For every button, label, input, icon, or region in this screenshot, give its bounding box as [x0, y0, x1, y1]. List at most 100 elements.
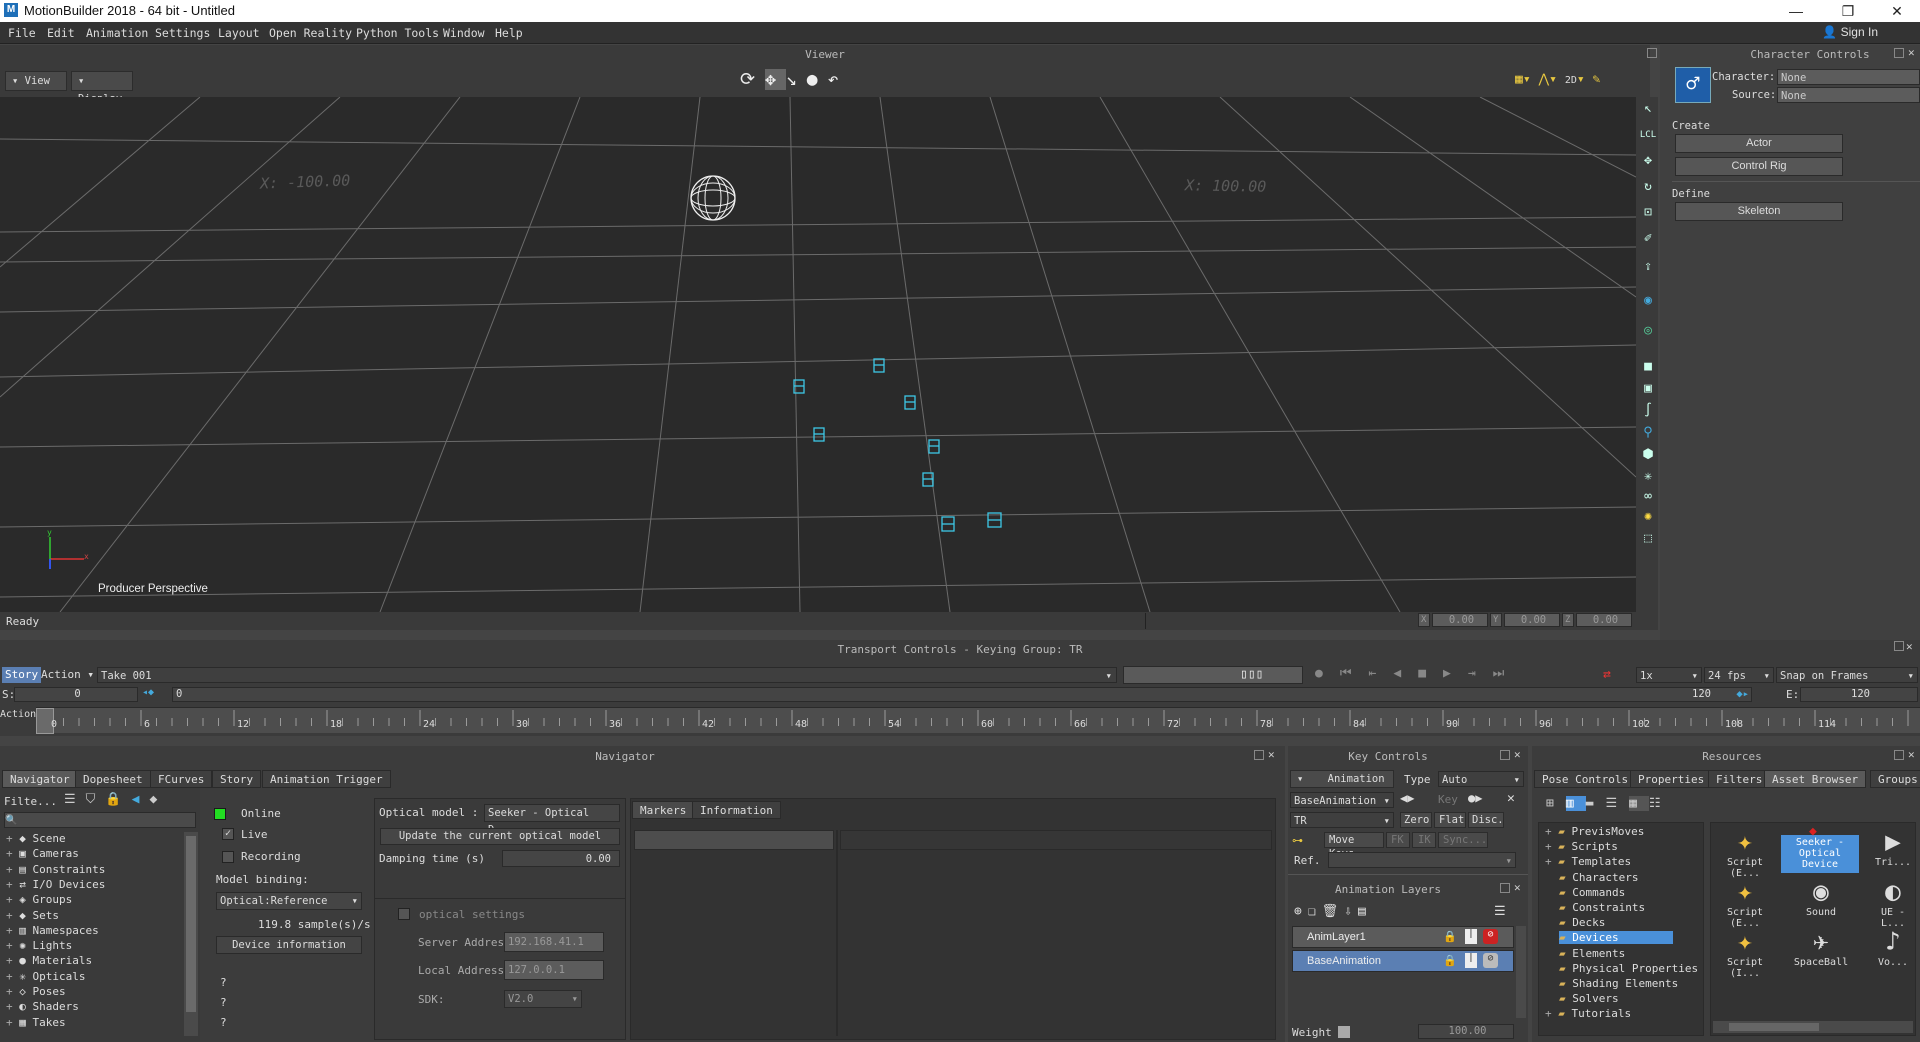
play-back-icon[interactable]: ◀	[1393, 666, 1418, 681]
navigator-search-input[interactable]: 🔍	[4, 812, 196, 828]
world-icon[interactable]: ◎	[1639, 322, 1657, 340]
select-icon[interactable]: ↖	[1639, 100, 1657, 118]
cube-icon[interactable]: ■	[1639, 358, 1657, 376]
device-information-button[interactable]: Device information	[216, 936, 362, 954]
layer-solo-icon[interactable]: |	[1465, 929, 1477, 944]
anim-layer-row[interactable]: AnimLayer1 🔒 | ⊘	[1292, 926, 1514, 948]
maximize-panel-icon[interactable]	[1894, 750, 1904, 760]
tree-view-icon[interactable]: ⊞	[1546, 796, 1566, 811]
key-button[interactable]: Key	[1438, 793, 1458, 806]
coord-z-field[interactable]: 0.00	[1576, 613, 1632, 627]
resource-tree-item[interactable]: + ▰ Templates	[1545, 855, 1631, 868]
timeline-range-bar[interactable]	[1123, 666, 1303, 684]
weight-field[interactable]: 100.00	[1418, 1024, 1514, 1039]
close-panel-icon[interactable]: ✕	[1906, 640, 1913, 653]
character-select[interactable]: None	[1777, 69, 1920, 85]
resource-tree-item[interactable]: ▰ Decks	[1559, 916, 1605, 929]
nav-tree-item[interactable]: + ✺ Lights	[6, 939, 72, 952]
bone-icon[interactable]: ⚲	[1639, 424, 1657, 442]
orbit-icon[interactable]: ⟳	[740, 69, 765, 90]
story-mode-tab[interactable]: Story	[2, 667, 42, 683]
tab-asset-browser[interactable]: Asset Browser	[1764, 770, 1867, 788]
maximize-panel-icon[interactable]	[1500, 883, 1510, 893]
fps-select[interactable]: 24 fps ▾	[1704, 667, 1774, 683]
horizontal-view-icon[interactable]: ▬	[1586, 796, 1606, 811]
tab-markers[interactable]: Markers	[632, 801, 695, 819]
fk-button[interactable]: FK	[1386, 832, 1410, 848]
expand-icon[interactable]: +	[6, 939, 19, 952]
resource-tree-item[interactable]: ▰ Constraints	[1559, 901, 1645, 914]
nav-tree-item[interactable]: + ◈ Groups	[6, 893, 72, 906]
nav-tree-item[interactable]: + ✳ Opticals	[6, 970, 85, 983]
optical-marker[interactable]	[873, 358, 885, 373]
action-mode-tab[interactable]: Action ▾	[38, 667, 97, 683]
asset-item[interactable]: ✈ SpaceBall	[1791, 927, 1851, 968]
expand-icon[interactable]: +	[6, 847, 19, 860]
null-sphere[interactable]	[690, 175, 736, 221]
animation-mode-button[interactable]: ▾ Animation	[1290, 770, 1394, 788]
nav-tree-item[interactable]: + ◆ Sets	[6, 909, 59, 922]
optical-marker[interactable]	[941, 516, 955, 532]
schematic-icon[interactable]: ▦	[1515, 72, 1523, 87]
resource-tree-item[interactable]: ▰ Commands	[1559, 886, 1625, 899]
tab-filters[interactable]: Filters	[1708, 770, 1771, 788]
scrollbar-thumb[interactable]	[186, 836, 196, 1012]
weight-key-icon[interactable]	[1338, 1026, 1350, 1038]
minimize-button[interactable]: —	[1773, 0, 1819, 22]
expand-icon[interactable]: +	[6, 878, 19, 891]
asset-item[interactable]: ✦ Script (E...	[1715, 827, 1775, 879]
optical-settings-checkbox[interactable]	[398, 908, 410, 920]
pencil-icon[interactable]: ✎	[1593, 72, 1601, 87]
model-binding-select[interactable]: Optical:Reference ▾	[216, 892, 362, 910]
resource-tree-item[interactable]: ▰ Solvers	[1559, 992, 1619, 1005]
menu-help[interactable]: Help	[495, 26, 523, 40]
timeline-ruler[interactable]: 0 6 12 18 24 30 36 42 48 54 60 66 72 78 84 90 96 102 108 11…	[36, 707, 1920, 734]
scrollbar-thumb[interactable]	[1729, 1023, 1819, 1031]
keying-group-select[interactable]: TR ▾	[1290, 812, 1394, 828]
resource-tree-item[interactable]: ▰ Physical Properties	[1559, 962, 1698, 975]
light-icon[interactable]: ✺	[1639, 508, 1657, 526]
maximize-panel-icon[interactable]	[1894, 641, 1904, 651]
nav-tree-item[interactable]: + ▦ Takes	[6, 1016, 66, 1029]
actor-button[interactable]: Actor	[1675, 134, 1843, 153]
end-frame-field[interactable]: 120	[1800, 687, 1918, 702]
optical-marker[interactable]	[813, 427, 825, 442]
ref-select[interactable]: ▾	[1328, 852, 1516, 868]
undo-camera-icon[interactable]: ↶	[828, 69, 849, 90]
update-optical-model-button[interactable]: Update the current optical model	[380, 828, 620, 845]
maximize-panel-icon[interactable]	[1254, 750, 1264, 760]
delete-key-icon[interactable]: ✕	[1507, 791, 1515, 806]
scale-icon[interactable]: ⊡	[1639, 204, 1657, 222]
optical-marker[interactable]	[904, 395, 916, 410]
nav-tree-item[interactable]: + ◇ Poses	[6, 985, 66, 998]
prev-key-button[interactable]: ◀▶	[1400, 791, 1414, 805]
layer-stack-icon[interactable]: ▤	[1358, 904, 1372, 919]
prev-key-icon[interactable]: ⇤	[1369, 666, 1394, 681]
expand-icon[interactable]: +	[1545, 825, 1558, 838]
expand-icon[interactable]: +	[6, 893, 19, 906]
expand-icon[interactable]: +	[6, 985, 19, 998]
globe-icon[interactable]: ◉	[1639, 292, 1657, 310]
maximize-panel-icon[interactable]	[1647, 48, 1657, 58]
tab-pose-controls[interactable]: Pose Controls	[1534, 770, 1637, 788]
expand-icon[interactable]: +	[6, 863, 19, 876]
layer-menu-icon[interactable]: ☰	[1494, 904, 1506, 919]
forward-arrow-icon[interactable]: ◆	[149, 792, 167, 807]
duplicate-layer-icon[interactable]: ❏	[1308, 904, 1322, 919]
character-icon[interactable]: ♂	[1675, 67, 1711, 103]
maximize-panel-icon[interactable]	[1500, 750, 1510, 760]
skeleton-button[interactable]: Skeleton	[1675, 202, 1843, 221]
damping-field[interactable]: 0.00	[502, 850, 620, 867]
menu-window[interactable]: Window	[443, 26, 485, 40]
rotate-icon[interactable]: ↻	[1639, 178, 1657, 196]
sync-button[interactable]: Sync...	[1438, 832, 1488, 848]
asset-item[interactable]: ✦ Script (I...	[1715, 927, 1775, 979]
tab-fcurves[interactable]: FCurves	[150, 770, 213, 788]
box-icon[interactable]: ▣	[1639, 380, 1657, 398]
zero-button[interactable]: Zero	[1400, 812, 1432, 828]
expand-icon[interactable]: +	[6, 909, 19, 922]
layer-lock-icon[interactable]: 🔒	[1443, 954, 1457, 967]
nav-tree-item[interactable]: + ▣ Cameras	[6, 847, 79, 860]
snap-select[interactable]: Snap on Frames ▾	[1776, 667, 1918, 683]
speed-select[interactable]: 1x ▾	[1636, 667, 1702, 683]
